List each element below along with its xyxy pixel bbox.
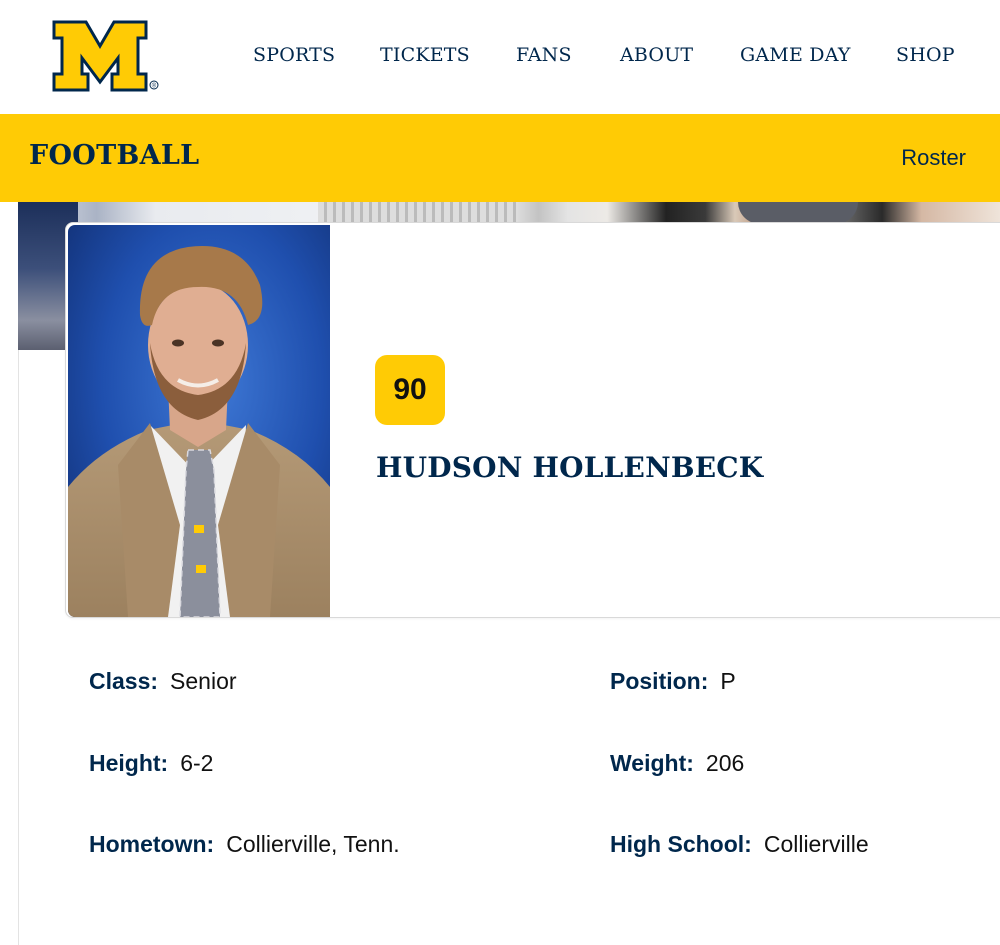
bio-weight: Weight: 206 bbox=[610, 750, 744, 777]
bio-class-value: Senior bbox=[170, 668, 237, 694]
nav-tickets[interactable]: TICKETS bbox=[380, 44, 470, 66]
bio-position-label: Position: bbox=[610, 668, 709, 694]
jersey-number: 90 bbox=[393, 373, 427, 406]
registered-mark: ® bbox=[152, 83, 157, 90]
site-header: ® SPORTS TICKETS FANS ABOUT GAME DAY SHO… bbox=[0, 0, 1000, 114]
roster-link[interactable]: Roster bbox=[901, 145, 966, 171]
bio-weight-value: 206 bbox=[705, 750, 745, 776]
sport-subheader: FOOTBALL Roster bbox=[0, 114, 1000, 202]
content-divider bbox=[18, 350, 19, 945]
bio-hometown-value: Collierville, Tenn. bbox=[226, 831, 400, 857]
sport-title[interactable]: FOOTBALL bbox=[29, 140, 199, 171]
jersey-number-badge: 90 bbox=[375, 355, 445, 425]
bio-class: Class: Senior bbox=[89, 668, 237, 695]
nav-about[interactable]: ABOUT bbox=[620, 44, 693, 66]
player-profile-card: 90 HUDSON HOLLENBECK bbox=[65, 222, 1000, 618]
bio-high-school: High School: Collierville bbox=[610, 831, 869, 858]
main-nav: SPORTS TICKETS FANS ABOUT GAME DAY SHOP bbox=[0, 44, 1000, 70]
nav-shop[interactable]: SHOP bbox=[896, 44, 955, 66]
bio-class-label: Class: bbox=[89, 668, 159, 694]
nav-sports[interactable]: SPORTS bbox=[253, 44, 335, 66]
bio-hometown-label: Hometown: bbox=[89, 831, 215, 857]
nav-game-day[interactable]: GAME DAY bbox=[740, 44, 851, 66]
bio-high-school-label: High School: bbox=[610, 831, 752, 857]
bio-position-value: P bbox=[720, 668, 736, 694]
bio-position: Position: P bbox=[610, 668, 736, 695]
player-headshot-image bbox=[68, 225, 330, 617]
bio-weight-label: Weight: bbox=[610, 750, 694, 776]
player-name: HUDSON HOLLENBECK bbox=[376, 451, 764, 484]
bio-hometown: Hometown: Collierville, Tenn. bbox=[89, 831, 400, 858]
bio-height: Height: 6-2 bbox=[89, 750, 213, 777]
bio-high-school-value: Collierville bbox=[763, 831, 869, 857]
nav-fans[interactable]: FANS bbox=[516, 44, 572, 66]
bio-height-label: Height: bbox=[89, 750, 169, 776]
bio-height-value: 6-2 bbox=[180, 750, 214, 776]
